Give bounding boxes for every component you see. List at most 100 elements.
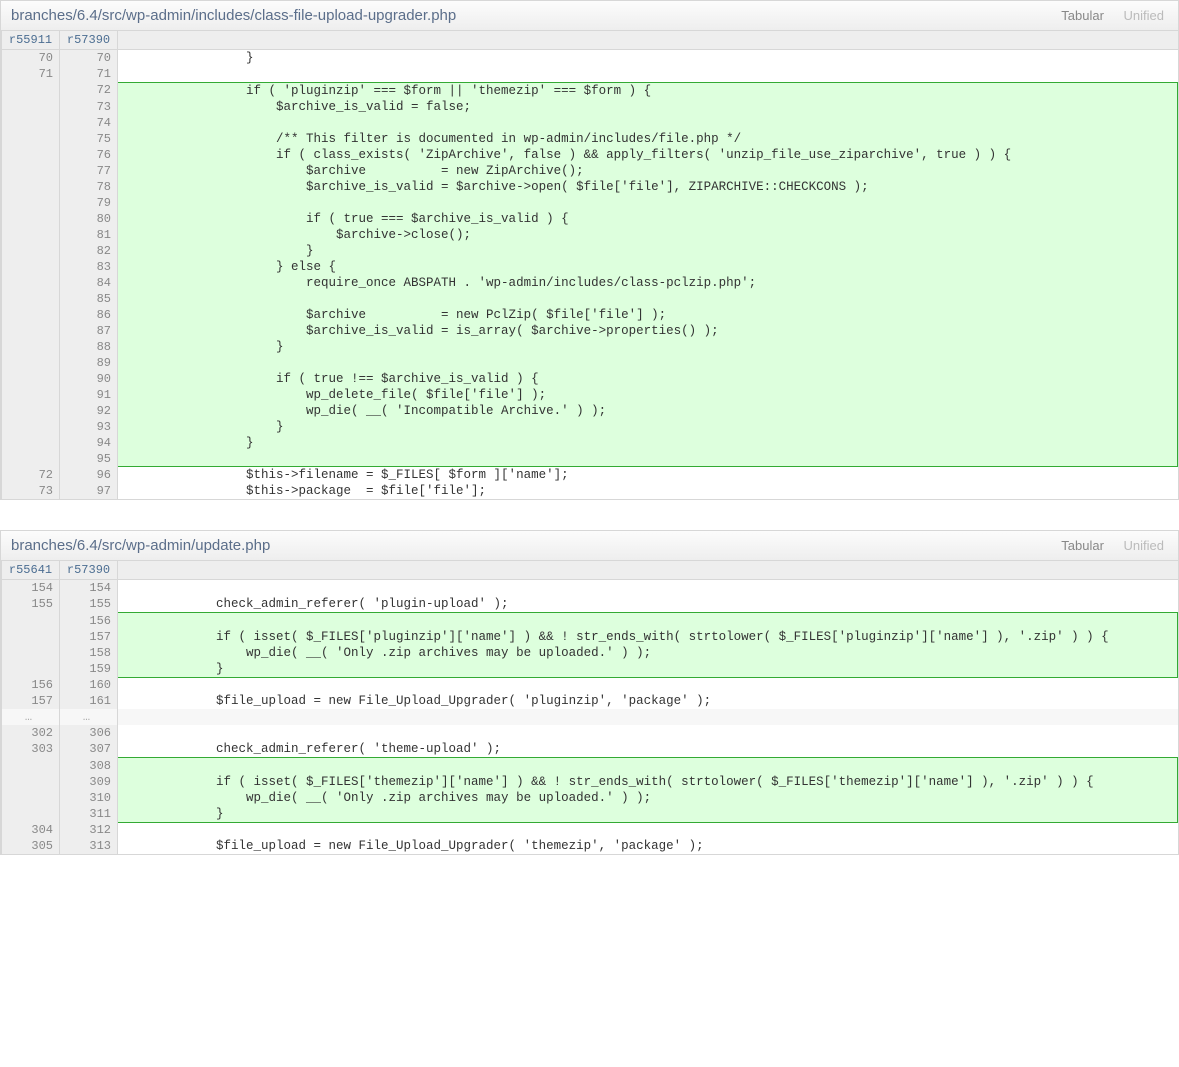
line-number-new: 307 [60,741,118,758]
line-number-new: 71 [60,66,118,82]
diff-file-block: branches/6.4/src/wp-admin/update.php Tabu… [0,530,1179,855]
revision-new-link[interactable]: r57390 [60,31,118,50]
line-number-old: 70 [2,50,60,67]
line-number-new: 80 [60,211,118,227]
line-number-old: 71 [2,66,60,82]
file-path-link[interactable]: branches/6.4/src/wp-admin/update.php [11,537,270,554]
revision-old-link[interactable]: r55911 [2,31,60,50]
line-number-old [2,790,60,806]
line-number-new: 311 [60,806,118,823]
view-mode-unified[interactable]: Unified [1120,8,1168,23]
view-mode-unified[interactable]: Unified [1120,538,1168,553]
line-number-new: 72 [60,82,118,99]
line-number-new: 94 [60,435,118,451]
line-number-old [2,227,60,243]
code-cell: } [118,419,1178,435]
line-number-old [2,661,60,678]
line-number-new: 310 [60,790,118,806]
line-number-new: 74 [60,115,118,131]
line-number-new: 155 [60,596,118,613]
diff-row: 72 if ( 'pluginzip' === $form || 'themez… [2,82,1178,99]
line-number-old [2,387,60,403]
line-number-new: 309 [60,774,118,790]
line-number-old [2,115,60,131]
diff-row: 309 if ( isset( $_FILES['themezip']['nam… [2,774,1178,790]
line-number-old: 302 [2,725,60,741]
line-number-old [2,131,60,147]
diff-file-block: branches/6.4/src/wp-admin/includes/class… [0,0,1179,500]
code-cell: } [118,339,1178,355]
code-cell: if ( 'pluginzip' === $form || 'themezip'… [118,82,1178,99]
line-number-old [2,179,60,195]
code-cell: $archive_is_valid = false; [118,99,1178,115]
revision-new-link[interactable]: r57390 [60,561,118,580]
diff-row: 81 $archive->close(); [2,227,1178,243]
file-path-link[interactable]: branches/6.4/src/wp-admin/includes/class… [11,7,456,24]
diff-row: 304312 [2,822,1178,838]
code-cell: $archive = new ZipArchive(); [118,163,1178,179]
line-number-old: 73 [2,483,60,499]
diff-row: 87 $archive_is_valid = is_array( $archiv… [2,323,1178,339]
line-number-new: 91 [60,387,118,403]
line-number-new: 79 [60,195,118,211]
diff-row: 92 wp_die( __( 'Incompatible Archive.' )… [2,403,1178,419]
line-number-new: 160 [60,677,118,693]
line-number-old [2,451,60,467]
diff-row: 7070 } [2,50,1178,67]
view-mode-separator [1108,538,1120,553]
code-cell: } [118,243,1178,259]
line-number-old: 72 [2,467,60,484]
view-mode-tabular[interactable]: Tabular [1057,538,1108,553]
line-number-old [2,99,60,115]
diff-row: 84 require_once ABSPATH . 'wp-admin/incl… [2,275,1178,291]
diff-row: 158 wp_die( __( 'Only .zip archives may … [2,645,1178,661]
line-number-new: 308 [60,758,118,774]
code-cell [118,291,1178,307]
revision-old-link[interactable]: r55641 [2,561,60,580]
line-number-old: 303 [2,741,60,758]
line-number-new: 77 [60,163,118,179]
view-mode-tabular[interactable]: Tabular [1057,8,1108,23]
diff-row: 7296 $this->filename = $_FILES[ $form ][… [2,467,1178,484]
line-number-new: 306 [60,725,118,741]
line-number-old [2,259,60,275]
diff-row: 80 if ( true === $archive_is_valid ) { [2,211,1178,227]
view-mode-separator [1108,8,1120,23]
code-cell: $archive->close(); [118,227,1178,243]
diff-row: 7397 $this->package = $file['file']; [2,483,1178,499]
code-cell: check_admin_referer( 'plugin-upload' ); [118,596,1178,613]
line-number-new: 75 [60,131,118,147]
line-number-new: 93 [60,419,118,435]
code-column-header [118,561,1178,580]
line-number-new: 96 [60,467,118,484]
line-number-new: 313 [60,838,118,854]
line-number-new: 82 [60,243,118,259]
diff-row: 85 [2,291,1178,307]
line-number-old [2,435,60,451]
line-number-old [2,82,60,99]
line-number-new: 87 [60,323,118,339]
diff-row: 154154 [2,580,1178,597]
line-number-old: … [2,709,60,725]
diff-row: 74 [2,115,1178,131]
line-number-new: 156 [60,613,118,629]
line-number-old [2,291,60,307]
code-cell: } else { [118,259,1178,275]
line-number-old [2,403,60,419]
line-number-old [2,371,60,387]
line-number-old [2,163,60,179]
diff-row: 157 if ( isset( $_FILES['pluginzip']['na… [2,629,1178,645]
line-number-new: 83 [60,259,118,275]
line-number-new: 88 [60,339,118,355]
line-number-new: 89 [60,355,118,371]
code-cell: wp_die( __( 'Only .zip archives may be u… [118,790,1178,806]
diff-row: …… [2,709,1178,725]
diff-table: r55911r57390 7070 }717172 if ( 'pluginzi… [1,31,1178,499]
code-cell: } [118,435,1178,451]
line-number-old [2,323,60,339]
line-number-new: 86 [60,307,118,323]
diff-row: 89 [2,355,1178,371]
diff-row: 83 } else { [2,259,1178,275]
diff-row: 91 wp_delete_file( $file['file'] ); [2,387,1178,403]
diff-row: 310 wp_die( __( 'Only .zip archives may … [2,790,1178,806]
